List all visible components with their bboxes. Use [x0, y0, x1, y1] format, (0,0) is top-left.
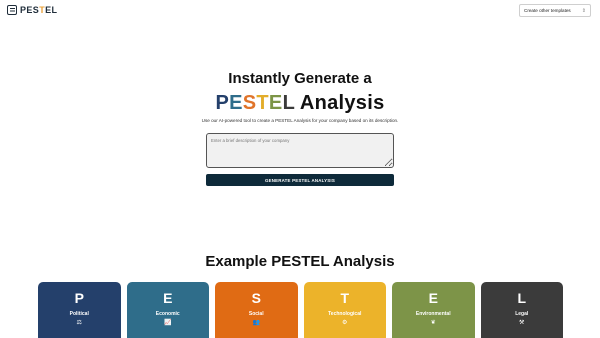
gavel-icon: ⚒: [519, 320, 525, 326]
pestel-letter: E: [268, 92, 283, 114]
trend-icon: 📈: [164, 320, 172, 326]
logo-text: PESTEL: [20, 5, 58, 15]
card-letter: L: [517, 290, 527, 306]
pestel-letter: T: [256, 92, 269, 114]
company-description-input[interactable]: [206, 133, 394, 168]
generate-button[interactable]: GENERATE PESTEL ANALYSIS: [206, 174, 394, 186]
pestel-card-legal[interactable]: L Legal ⚒: [480, 282, 563, 338]
hero-subtext: Use our AI-powered tool to create a PEST…: [201, 118, 399, 123]
template-select-label: Create other templates: [524, 8, 571, 13]
pestel-card-social[interactable]: S Social 👥: [215, 282, 298, 338]
people-icon: 👥: [252, 320, 260, 326]
card-letter: E: [428, 290, 438, 306]
pestel-card-environmental[interactable]: E Environmental ❦: [392, 282, 475, 338]
card-label: Environmental: [415, 311, 451, 317]
analysis-word: Analysis: [299, 92, 385, 114]
pestel-card-economic[interactable]: E Economic 📈: [126, 282, 209, 338]
pestel-colored-word: PESTEL: [215, 92, 299, 114]
chevron-updown-icon: ⇕: [581, 7, 586, 14]
scales-icon: ⚖: [76, 320, 82, 326]
pestel-card-technological[interactable]: T Technological ⚙: [303, 282, 386, 338]
pestel-letter: E: [229, 92, 243, 114]
pestel-cards: P Political ⚖ E Economic 📈 S Social 👥 T Technologi…: [38, 282, 563, 338]
logo[interactable]: PESTEL: [7, 5, 57, 15]
card-label: Technological: [328, 311, 362, 317]
template-select[interactable]: Create other templates ⇕: [519, 4, 591, 17]
document-icon: [7, 5, 17, 15]
top-bar: PESTEL Create other templates ⇕: [0, 0, 600, 22]
example-title: Example PESTEL Analysis: [205, 253, 395, 270]
card-letter: P: [74, 290, 84, 306]
hero-heading: Instantly Generate a: [228, 70, 372, 87]
leaf-icon: ❦: [430, 320, 436, 326]
card-letter: T: [340, 290, 350, 306]
pestel-card-political[interactable]: P Political ⚖: [38, 282, 121, 338]
card-letter: E: [163, 290, 173, 306]
pestel-letter: P: [215, 92, 230, 114]
hero-pestel-heading: PESTEL Analysis: [0, 92, 600, 115]
card-label: Political: [69, 311, 89, 317]
pestel-letter: L: [282, 92, 295, 114]
card-label: Economic: [155, 311, 180, 317]
card-label: Legal: [515, 311, 529, 317]
pestel-letter: S: [242, 92, 257, 114]
card-label: Social: [248, 311, 264, 317]
gear-icon: ⚙: [342, 320, 348, 326]
card-letter: S: [251, 290, 261, 306]
